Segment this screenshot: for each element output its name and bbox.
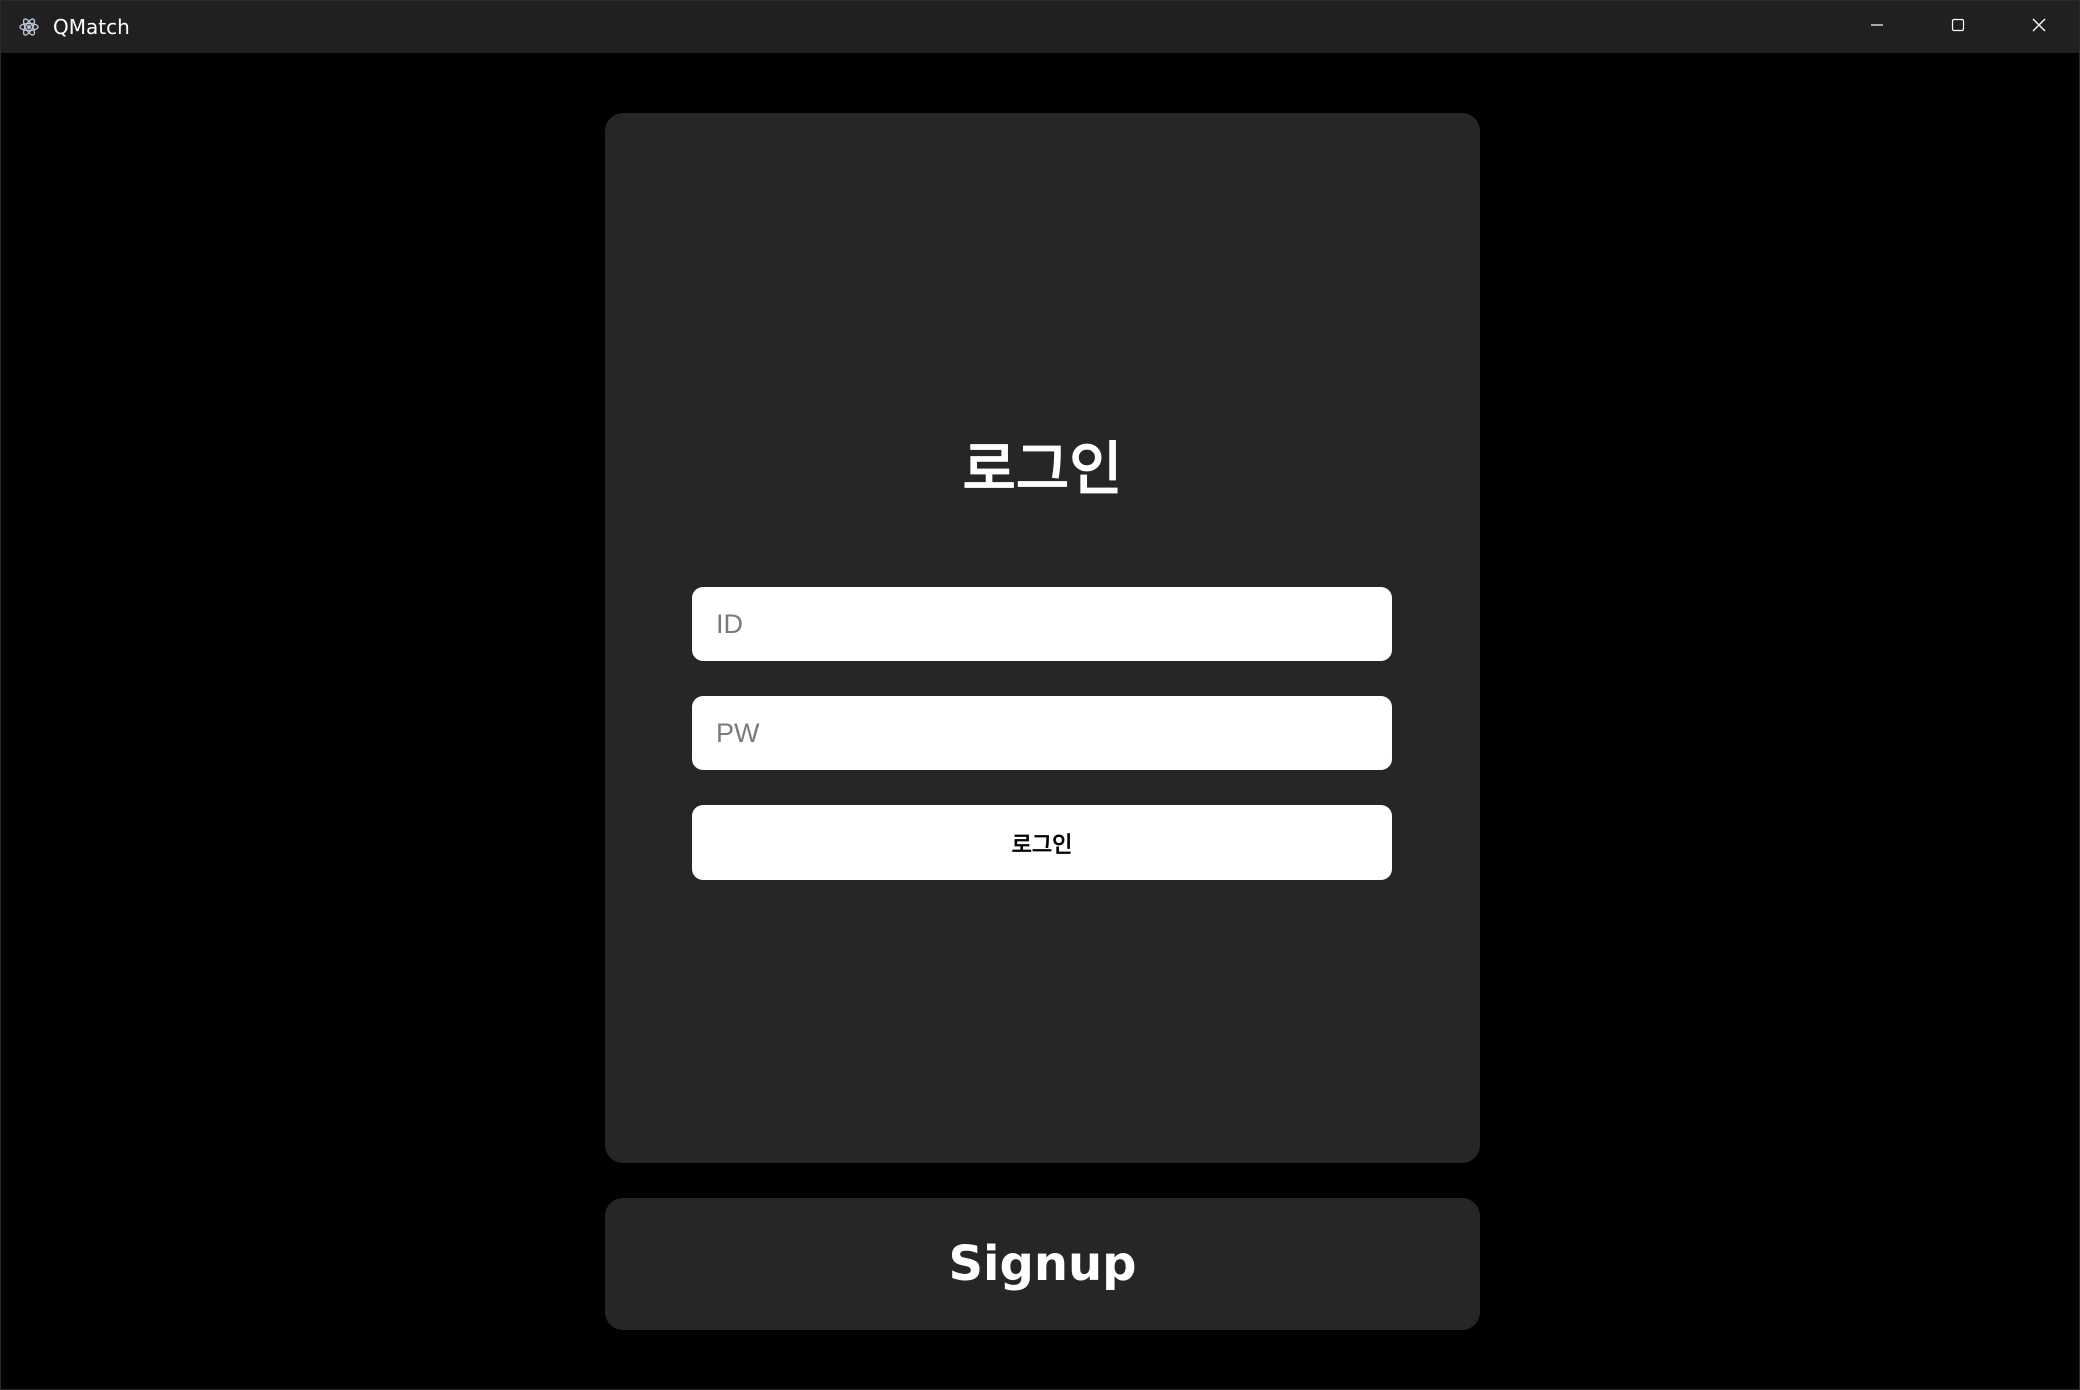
window-controls xyxy=(1836,1,2079,53)
login-heading: 로그인 xyxy=(962,435,1123,503)
title-bar[interactable]: QMatch xyxy=(1,1,2079,53)
login-button[interactable]: 로그인 xyxy=(692,805,1392,880)
login-card: 로그인 로그인 xyxy=(605,113,1480,1163)
minimize-button[interactable] xyxy=(1836,1,1917,53)
id-input[interactable] xyxy=(714,607,1392,641)
minimize-icon xyxy=(1869,17,1885,38)
password-input[interactable] xyxy=(714,716,1392,750)
window-title: QMatch xyxy=(53,15,130,39)
password-field[interactable] xyxy=(692,696,1392,770)
maximize-icon xyxy=(1950,17,1966,38)
close-icon xyxy=(2031,17,2047,38)
close-button[interactable] xyxy=(1998,1,2079,53)
app-window: QMatch 로그인 ID 로그인 Signup xyxy=(0,0,2080,1390)
id-field[interactable] xyxy=(692,587,1392,661)
maximize-button[interactable] xyxy=(1917,1,1998,53)
app-icon xyxy=(18,16,40,38)
signup-button[interactable]: Signup xyxy=(605,1198,1480,1330)
